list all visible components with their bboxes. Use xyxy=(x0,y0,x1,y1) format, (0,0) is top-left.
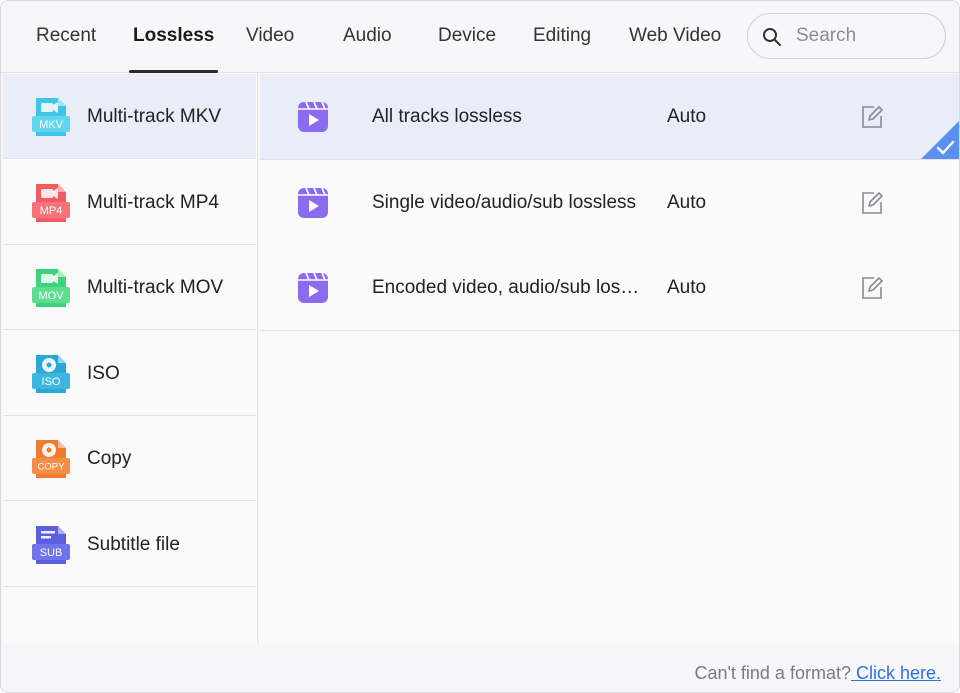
footer-prompt: Can't find a format? xyxy=(694,663,851,683)
tab-device[interactable]: Device xyxy=(438,1,496,73)
sidebar-item-copy[interactable]: COPY Copy xyxy=(3,416,256,501)
sidebar-item-label: Multi-track MOV xyxy=(87,277,224,298)
sidebar-item-label: ISO xyxy=(87,363,120,384)
preset-quality: Auto xyxy=(667,192,707,213)
svg-text:COPY: COPY xyxy=(38,462,66,473)
tab-recent[interactable]: Recent xyxy=(36,1,96,73)
preset-row[interactable]: Single video/audio/sub lossless Auto xyxy=(260,160,959,246)
video-clip-icon xyxy=(298,187,328,218)
sidebar-item-mkv[interactable]: MKV Multi-track MKV xyxy=(3,74,256,159)
svg-text:ISO: ISO xyxy=(42,376,61,388)
copy-disc-icon: COPY xyxy=(32,440,70,478)
tab-audio[interactable]: Audio xyxy=(343,1,392,73)
svg-text:MKV: MKV xyxy=(39,119,64,131)
selected-check-icon xyxy=(921,121,959,159)
sidebar-item-iso[interactable]: ISO ISO xyxy=(3,331,256,416)
iso-disc-icon: ISO xyxy=(32,355,70,393)
tab-lossless[interactable]: Lossless xyxy=(128,1,219,73)
sidebar-item-mov[interactable]: MOV Multi-track MOV xyxy=(3,245,256,330)
tab-bar: Recent Lossless Video Audio Device Editi… xyxy=(1,1,959,73)
subtitle-file-icon: SUB xyxy=(32,526,70,564)
preset-name: Single video/audio/sub lossless xyxy=(372,192,637,213)
search-icon xyxy=(763,28,781,46)
video-clip-icon xyxy=(298,272,328,303)
svg-text:MP4: MP4 xyxy=(40,205,63,217)
footer-help: Can't find a format? Click here. xyxy=(694,663,941,684)
video-clip-icon xyxy=(298,101,328,132)
preset-list: All tracks lossless Auto Single video/au… xyxy=(260,74,959,644)
format-dialog: Recent Lossless Video Audio Device Editi… xyxy=(0,0,960,693)
svg-text:MOV: MOV xyxy=(38,290,64,302)
click-here-link[interactable]: Click here. xyxy=(851,663,941,683)
format-category-list: MKV Multi-track MKV MP4 Multi-track MP4 xyxy=(3,74,258,644)
sidebar-item-subtitle[interactable]: SUB Subtitle file xyxy=(3,502,256,587)
edit-icon[interactable] xyxy=(860,276,884,300)
tab-web-video[interactable]: Web Video xyxy=(629,1,721,73)
sidebar-item-label: Multi-track MP4 xyxy=(87,192,219,213)
tab-video[interactable]: Video xyxy=(246,1,294,73)
svg-text:SUB: SUB xyxy=(40,547,63,559)
preset-row[interactable]: Encoded video, audio/sub lossless Auto xyxy=(260,245,959,331)
sidebar-item-label: Subtitle file xyxy=(87,534,180,555)
preset-name: All tracks lossless xyxy=(372,106,522,127)
preset-name: Encoded video, audio/sub lossless xyxy=(372,277,644,298)
sidebar-item-label: Multi-track MKV xyxy=(87,106,222,127)
preset-quality: Auto xyxy=(667,277,707,298)
search-box[interactable] xyxy=(747,13,946,59)
preset-row[interactable]: All tracks lossless Auto xyxy=(260,74,959,160)
mov-file-icon: MOV xyxy=(32,269,70,307)
edit-icon[interactable] xyxy=(860,191,884,215)
search-input[interactable] xyxy=(796,22,936,50)
tab-editing[interactable]: Editing xyxy=(533,1,591,73)
mkv-file-icon: MKV xyxy=(32,98,70,136)
mp4-file-icon: MP4 xyxy=(32,184,70,222)
sidebar-item-label: Copy xyxy=(87,448,132,469)
sidebar-item-mp4[interactable]: MP4 Multi-track MP4 xyxy=(3,160,256,245)
preset-quality: Auto xyxy=(667,106,707,127)
edit-icon[interactable] xyxy=(860,105,884,129)
